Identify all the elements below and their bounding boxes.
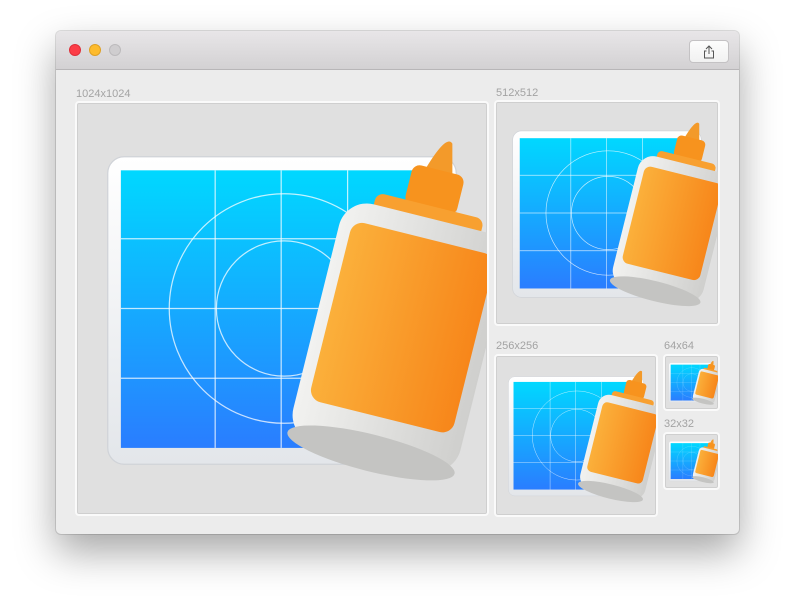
close-button[interactable] [69, 44, 81, 56]
zoom-button[interactable] [109, 44, 121, 56]
well-label-64: 64x64 [664, 340, 694, 352]
icon-well-512[interactable] [494, 100, 720, 326]
icon-well-32[interactable] [663, 432, 720, 490]
app-icon-32 [665, 434, 718, 488]
app-icon-1024 [77, 103, 487, 514]
well-label-512: 512x512 [496, 87, 539, 99]
icon-well-1024[interactable] [75, 101, 489, 516]
icon-well-256[interactable] [494, 354, 658, 517]
minimize-button[interactable] [89, 44, 101, 56]
app-window: 1024x1024 512x512 256x256 64x64 32x32 [56, 31, 739, 534]
app-icon-64 [665, 356, 718, 409]
icon-well-64[interactable] [663, 354, 720, 411]
well-label-256: 256x256 [496, 340, 539, 352]
well-label-32: 32x32 [664, 418, 694, 430]
well-label-1024: 1024x1024 [76, 88, 131, 100]
app-icon-512 [496, 102, 718, 324]
title-bar [56, 31, 739, 70]
share-button[interactable] [689, 40, 729, 63]
share-icon [704, 44, 714, 58]
app-icon-256 [496, 356, 656, 515]
